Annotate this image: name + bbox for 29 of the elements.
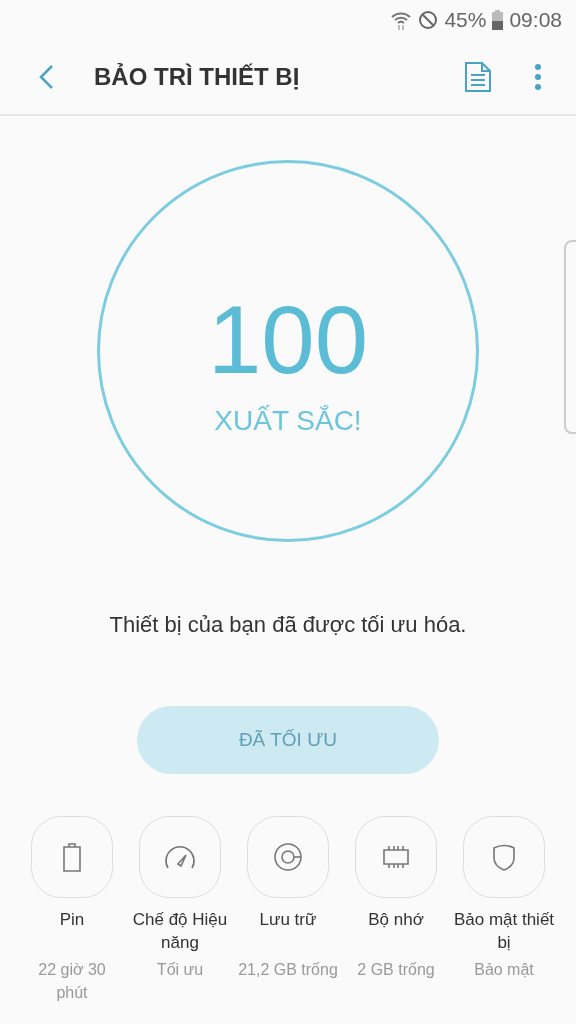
category-detail: Bảo mật	[474, 960, 534, 980]
category-detail: 22 giờ 30 phút	[37, 960, 107, 1003]
battery-icon	[61, 842, 83, 872]
category-button[interactable]	[463, 816, 545, 898]
category-name: Pin	[59, 909, 85, 931]
category-button[interactable]	[355, 816, 437, 898]
category-button[interactable]	[247, 816, 329, 898]
battery-percentage: 45%	[444, 8, 487, 32]
battery-icon	[492, 10, 504, 30]
category-name: Bộ nhớ	[368, 909, 424, 931]
category-detail: 21,2 GB trống	[238, 960, 338, 980]
chip-icon	[382, 843, 410, 871]
category-button[interactable]	[31, 816, 113, 898]
wifi-icon	[390, 9, 413, 31]
category-detail: Tối ưu	[156, 960, 204, 980]
storage-icon	[273, 842, 303, 872]
category-name: Chế độ Hiệu năng	[131, 909, 229, 954]
status-message: Thiết bị của bạn đã được tối ưu hóa.	[108, 612, 468, 638]
score-rating: XUẤT SẮC!	[214, 405, 362, 437]
page-title: BẢO TRÌ THIẾT BỊ	[94, 63, 301, 91]
speedometer-icon	[163, 844, 197, 870]
category-button[interactable]	[139, 816, 221, 898]
category-name: Lưu trữ	[259, 909, 317, 931]
category-name: Bảo mật thiết bị	[452, 909, 556, 954]
do-not-disturb-icon	[418, 10, 439, 30]
score-value: 100	[207, 285, 369, 395]
shield-icon	[491, 842, 517, 872]
clock: 09:08	[509, 8, 562, 32]
category-detail: 2 GB trống	[357, 960, 435, 980]
